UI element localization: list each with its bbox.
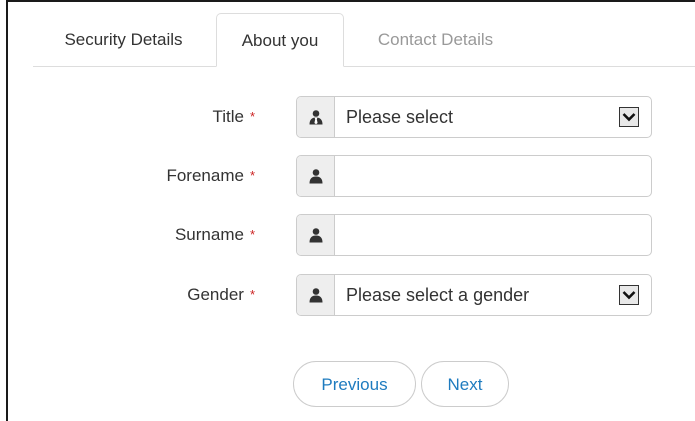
user-icon [309, 169, 322, 184]
gender-label: Gender * [187, 275, 255, 315]
title-label: Title * [212, 97, 255, 137]
surname-label: Surname * [175, 215, 255, 255]
required-marker: * [249, 227, 255, 242]
user-icon [309, 288, 322, 303]
next-button[interactable]: Next [421, 361, 509, 407]
required-marker: * [249, 287, 255, 302]
previous-button[interactable]: Previous [293, 361, 416, 407]
forename-label-text: Forename [166, 166, 244, 185]
user-icon [309, 228, 322, 243]
chevron-down-icon [622, 291, 636, 300]
gender-addon [297, 275, 335, 315]
surname-label-text: Surname [174, 225, 244, 244]
gender-select-value: Please select a gender [346, 285, 530, 305]
title-select-value: Please select [346, 107, 454, 127]
title-addon [297, 97, 335, 137]
required-marker: * [249, 168, 255, 183]
tab-about-you[interactable]: About you [216, 13, 344, 67]
user-tie-icon [309, 110, 322, 125]
tab-security-details[interactable]: Security Details [41, 13, 206, 67]
gender-dropdown-button[interactable] [619, 285, 639, 305]
title-select[interactable]: Please select [296, 96, 652, 138]
gender-label-text: Gender [187, 285, 244, 304]
tab-contact-details[interactable]: Contact Details [353, 13, 518, 67]
forename-input[interactable] [335, 156, 651, 196]
surname-addon [297, 215, 335, 255]
surname-group [296, 214, 652, 256]
title-label-text: Title [212, 107, 244, 126]
forename-label: Forename * [166, 156, 255, 196]
chevron-down-icon [622, 113, 636, 122]
forename-group [296, 155, 652, 197]
required-marker: * [249, 109, 255, 124]
gender-select[interactable]: Please select a gender [296, 274, 652, 316]
forename-addon [297, 156, 335, 196]
title-dropdown-button[interactable] [619, 107, 639, 127]
surname-input[interactable] [335, 215, 651, 255]
